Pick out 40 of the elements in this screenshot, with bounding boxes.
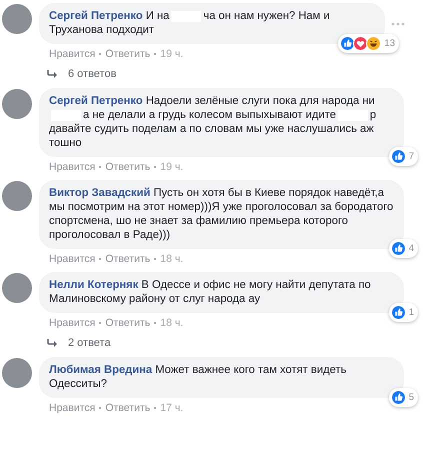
reaction-badge[interactable]: 7 [388,147,418,166]
reaction-count: 5 [408,390,414,404]
avatar[interactable] [2,4,32,34]
timestamp: 19 ч. [160,48,184,60]
like-link[interactable]: Нравится [49,317,96,329]
comment-text: Нелли Котерняк В Одессе и офис не могу найти депутата по Малиновскому району от слуг народа ау [49,278,372,306]
timestamp: 17 ч. [160,402,184,414]
like-link[interactable]: Нравится [49,402,96,414]
comment-text: Любимая Вредина Может важнее кого там хотят видеть Одесситы? [49,363,348,391]
comment-text: Сергей Петренко Надоели зелёные слуги пока для народа ни а не делали а грудь колесом выпыхывают идите р давайте судить поделам а по словам мы уже наслушались аж тошно [49,94,378,150]
reply-arrow-icon [46,338,58,348]
comment-text: Сергей Петренко И на ча он нам нужен? Нам и Труханова подходит [49,9,331,37]
reaction-badge[interactable]: 1 [388,303,418,322]
avatar[interactable] [2,181,32,211]
avatar[interactable] [2,89,32,119]
timestamp: 19 ч. [160,161,184,173]
timestamp: 18 ч. [160,317,184,329]
comment-text: Виктор Завадский Пусть он хотя бы в Киеве порядок наведёт,а мы посмотрим на этот номер)))Я уже проголосовал за бородатого спортсмена, шо не знает за фамилию премьера которого проголосовал в Раде))) [49,186,394,242]
reaction-count: 7 [408,150,414,164]
reaction-badge[interactable]: 5 [388,388,418,407]
more-options-icon[interactable] [391,22,405,26]
reaction-badge[interactable]: 13 [338,34,399,53]
reply-link[interactable]: Ответить [105,317,150,329]
avatar[interactable] [2,358,32,388]
view-replies-link[interactable]: 6 ответов [68,68,116,80]
reply-link[interactable]: Ответить [105,48,150,60]
reply-link[interactable]: Ответить [105,161,150,173]
reply-link[interactable]: Ответить [105,402,150,414]
reply-link[interactable]: Ответить [105,253,150,265]
reply-arrow-icon [46,69,58,79]
like-link[interactable]: Нравится [49,161,96,173]
reaction-count: 1 [408,306,414,320]
reaction-badge[interactable]: 4 [388,239,418,258]
like-link[interactable]: Нравится [49,48,96,60]
view-replies-link[interactable]: 2 ответа [68,337,111,349]
reaction-count: 4 [408,242,414,256]
avatar[interactable] [2,273,32,303]
reaction-count: 13 [384,36,395,50]
like-link[interactable]: Нравится [49,253,96,265]
timestamp: 18 ч. [160,253,184,265]
